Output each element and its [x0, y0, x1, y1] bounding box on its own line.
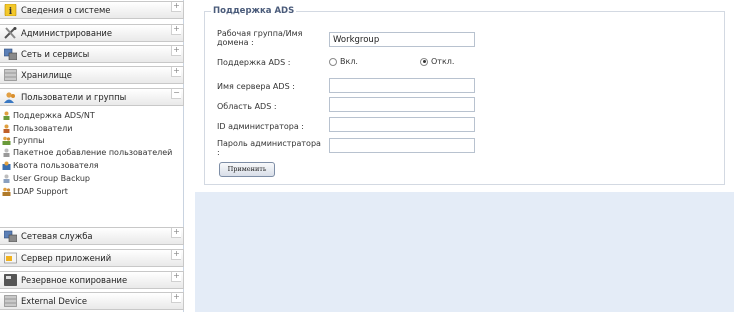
network-service-icon — [3, 230, 18, 243]
ads-realm-label: Область ADS : — [217, 102, 277, 111]
menu-users-groups[interactable]: Пользователи и группы − — [0, 88, 184, 106]
user-icon — [2, 124, 11, 133]
workgroup-label: Рабочая группа/Имя домена : — [217, 29, 303, 47]
ads-off-radio[interactable]: Откл. — [420, 57, 454, 66]
batch-add-icon — [2, 148, 11, 157]
menu-storage[interactable]: Хранилище + — [0, 66, 184, 84]
admin-password-label: Пароль администратора : — [217, 139, 321, 157]
network-icon — [3, 48, 18, 61]
expand-icon[interactable]: + — [171, 293, 181, 303]
apply-button[interactable]: Применить — [219, 162, 275, 177]
menu-system-info[interactable]: i Сведения о системе + — [0, 1, 184, 19]
submenu-item-ads[interactable]: Поддержка ADS/NT — [2, 109, 95, 121]
tools-icon — [4, 27, 17, 39]
app-server-icon — [4, 252, 17, 264]
external-device-icon — [4, 295, 17, 307]
ads-fieldset: Поддержка ADS Рабочая группа/Имя домена … — [204, 6, 725, 185]
radio-off-icon — [329, 57, 337, 66]
submenu-item-groups[interactable]: Группы — [2, 134, 44, 146]
menu-app-server[interactable]: Сервер приложений + — [0, 249, 184, 267]
expand-icon[interactable]: + — [171, 2, 181, 12]
submenu-item-user-group-backup[interactable]: User Group Backup — [2, 172, 90, 184]
workgroup-input[interactable] — [329, 32, 475, 47]
submenu-item-ldap[interactable]: LDAP Support — [2, 185, 68, 197]
expand-icon[interactable]: + — [171, 250, 181, 260]
ads-support-label: Поддержка ADS : — [217, 58, 291, 67]
expand-icon[interactable]: + — [171, 67, 181, 77]
submenu-item-users[interactable]: Пользователи — [2, 122, 72, 134]
expand-icon[interactable]: + — [171, 25, 181, 35]
fieldset-legend: Поддержка ADS — [211, 6, 297, 16]
ads-server-input[interactable] — [329, 78, 475, 93]
expand-icon[interactable]: + — [171, 46, 181, 56]
submenu-item-quota[interactable]: Квота пользователя — [2, 159, 99, 171]
collapse-icon[interactable]: − — [171, 89, 181, 99]
storage-icon — [4, 69, 17, 81]
menu-external-device[interactable]: External Device + — [0, 292, 184, 310]
users-icon — [4, 91, 17, 103]
ads-realm-input[interactable] — [329, 97, 475, 112]
menu-network-service[interactable]: Сетевая служба + — [0, 227, 184, 245]
ads-on-radio[interactable]: Вкл. — [329, 57, 358, 66]
menu-network-services[interactable]: Сеть и сервисы + — [0, 45, 184, 63]
backup-icon — [4, 274, 17, 286]
menu-backup[interactable]: Резервное копирование + — [0, 271, 184, 289]
ads-icon — [2, 111, 11, 120]
svg-text:i: i — [9, 7, 13, 16]
admin-id-input[interactable] — [329, 117, 475, 132]
sidebar: i Сведения о системе + Администрирование… — [0, 0, 184, 312]
expand-icon[interactable]: + — [171, 228, 181, 238]
admin-id-label: ID администратора : — [217, 122, 304, 131]
content-area: Поддержка ADS Рабочая группа/Имя домена … — [195, 0, 734, 312]
quota-icon — [2, 161, 11, 170]
user-group-backup-icon — [2, 174, 11, 183]
ads-panel: Поддержка ADS Рабочая группа/Имя домена … — [195, 0, 734, 192]
group-icon — [2, 136, 11, 145]
ldap-icon — [2, 187, 11, 196]
admin-password-input[interactable] — [329, 138, 475, 153]
submenu-item-batch-add[interactable]: Пакетное добавление пользователей — [2, 146, 172, 158]
radio-on-icon — [420, 57, 428, 66]
expand-icon[interactable]: + — [171, 272, 181, 282]
ads-server-label: Имя сервера ADS : — [217, 82, 295, 91]
menu-administration[interactable]: Администрирование + — [0, 24, 184, 42]
info-icon: i — [4, 3, 17, 17]
